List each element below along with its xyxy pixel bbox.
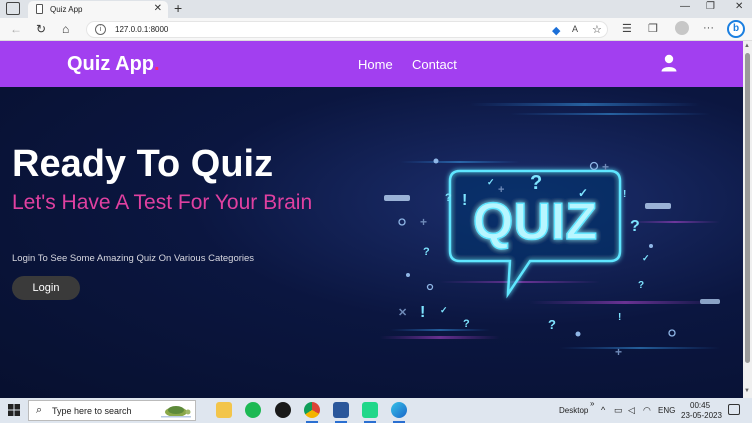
svg-text:!: ! bbox=[623, 189, 626, 200]
quiz-illustration: QUIZ ? ? ! ? ? ? ! ? ? ! ! ✕ + + + + ✓ ✓… bbox=[380, 103, 720, 359]
tab-actions-icon[interactable] bbox=[6, 2, 20, 15]
svg-text:✓: ✓ bbox=[487, 177, 495, 187]
login-button[interactable]: Login bbox=[12, 276, 80, 300]
svg-text:✓: ✓ bbox=[642, 253, 650, 263]
hero-description: Login To See Some Amazing Quiz On Variou… bbox=[12, 253, 255, 264]
favorite-star-icon[interactable]: ☆ bbox=[592, 23, 602, 36]
maximize-button[interactable]: ❐ bbox=[706, 1, 715, 12]
svg-text:?: ? bbox=[423, 246, 430, 258]
desktop-toolbar-label[interactable]: Desktop bbox=[559, 406, 588, 415]
windows-start-icon[interactable] bbox=[8, 404, 20, 416]
hero-subtitle: Let's Have A Test For Your Brain bbox=[12, 191, 313, 214]
wifi-icon[interactable]: ◠ bbox=[643, 405, 651, 416]
window-close-button[interactable]: ✕ bbox=[735, 1, 743, 12]
taskbar-search-box[interactable]: ⌕ Type here to search bbox=[28, 400, 196, 421]
page-icon bbox=[36, 4, 43, 14]
svg-text:✓: ✓ bbox=[578, 186, 588, 200]
refresh-icon[interactable]: ↻ bbox=[36, 22, 46, 36]
new-tab-button[interactable]: + bbox=[174, 0, 182, 16]
file-explorer-icon[interactable] bbox=[216, 402, 232, 418]
chrome-icon[interactable] bbox=[304, 402, 320, 423]
read-aloud-icon[interactable]: A bbox=[572, 24, 578, 34]
svg-text:+: + bbox=[420, 215, 427, 229]
svg-text:!: ! bbox=[420, 304, 425, 321]
svg-text:?: ? bbox=[445, 192, 452, 204]
app-icon[interactable] bbox=[275, 402, 291, 418]
brand-dot: . bbox=[154, 53, 160, 75]
back-icon[interactable]: ← bbox=[10, 22, 22, 36]
notification-icon[interactable] bbox=[728, 404, 740, 415]
home-icon[interactable]: ⌂ bbox=[62, 22, 69, 36]
turtle-illustration-icon bbox=[161, 406, 191, 418]
collections-icon[interactable]: ❐ bbox=[648, 22, 658, 35]
svg-text:✓: ✓ bbox=[440, 305, 448, 315]
search-placeholder: Type here to search bbox=[52, 406, 132, 416]
clock-time[interactable]: 00:45 bbox=[690, 401, 710, 410]
browser-tab[interactable]: Quiz App ✕ bbox=[28, 1, 168, 18]
minimize-button[interactable]: — bbox=[680, 1, 690, 12]
edge-icon[interactable] bbox=[391, 402, 407, 423]
address-bar[interactable]: i 127.0.0.1:8000 ◆ A ☆ bbox=[86, 21, 608, 38]
quiz-sign-text: QUIZ bbox=[473, 193, 597, 251]
browser-toolbar: ← ↻ ⌂ i 127.0.0.1:8000 ◆ A ☆ ☰ ❐ ··· b bbox=[0, 18, 752, 41]
svg-text:+: + bbox=[602, 160, 609, 174]
spotify-icon[interactable] bbox=[245, 402, 261, 418]
battery-icon[interactable]: ▭ bbox=[614, 405, 623, 416]
site-navbar: Quiz App. Home Contact bbox=[0, 41, 743, 87]
svg-text:?: ? bbox=[630, 218, 640, 235]
svg-text:?: ? bbox=[463, 318, 470, 330]
volume-icon[interactable]: ◁ bbox=[628, 405, 635, 416]
word-icon[interactable] bbox=[333, 402, 349, 423]
user-icon[interactable] bbox=[661, 54, 677, 72]
brand-logo[interactable]: Quiz App. bbox=[67, 53, 160, 76]
windows-taskbar: ⌕ Type here to search Desktop » ^ ▭ ◁ ◠ … bbox=[0, 398, 752, 423]
toolbar-more-icon[interactable]: » bbox=[590, 399, 594, 408]
language-indicator[interactable]: ENG bbox=[658, 406, 675, 415]
tag-icon[interactable]: ◆ bbox=[552, 24, 560, 37]
svg-text:?: ? bbox=[548, 317, 556, 332]
nav-home-link[interactable]: Home bbox=[358, 57, 393, 72]
brand-text: Quiz App bbox=[67, 53, 155, 75]
svg-text:✕: ✕ bbox=[398, 307, 407, 319]
favorites-icon[interactable]: ☰ bbox=[622, 22, 632, 35]
svg-text:?: ? bbox=[530, 172, 542, 194]
browser-tab-strip: Quiz App ✕ + — ❐ ✕ bbox=[0, 0, 752, 18]
page-scrollbar[interactable]: ▲ ▼ bbox=[743, 41, 752, 398]
pycharm-icon[interactable] bbox=[362, 402, 378, 423]
hero-title: Ready To Quiz bbox=[12, 143, 274, 185]
profile-avatar[interactable] bbox=[675, 21, 689, 35]
svg-text:!: ! bbox=[618, 312, 621, 323]
show-hidden-icons-icon[interactable]: ^ bbox=[601, 405, 605, 415]
svg-text:+: + bbox=[498, 184, 504, 196]
tab-close-icon[interactable]: ✕ bbox=[154, 3, 162, 14]
scroll-thumb[interactable] bbox=[745, 53, 750, 363]
scroll-up-icon[interactable]: ▲ bbox=[744, 43, 750, 49]
clock-date[interactable]: 23-05-2023 bbox=[681, 411, 722, 420]
url-text: 127.0.0.1:8000 bbox=[115, 25, 169, 34]
site-info-icon[interactable]: i bbox=[95, 24, 106, 35]
svg-text:?: ? bbox=[638, 280, 644, 291]
scroll-down-icon[interactable]: ▼ bbox=[744, 388, 750, 394]
web-page: Quiz App. Home Contact Ready To Quiz Let… bbox=[0, 41, 743, 398]
bing-icon[interactable]: b bbox=[727, 20, 745, 38]
search-icon: ⌕ bbox=[36, 404, 43, 416]
svg-text:+: + bbox=[615, 345, 622, 359]
tab-title: Quiz App bbox=[50, 5, 83, 14]
nav-contact-link[interactable]: Contact bbox=[412, 57, 457, 72]
svg-text:!: ! bbox=[462, 192, 467, 209]
more-menu-icon[interactable]: ··· bbox=[703, 22, 714, 34]
